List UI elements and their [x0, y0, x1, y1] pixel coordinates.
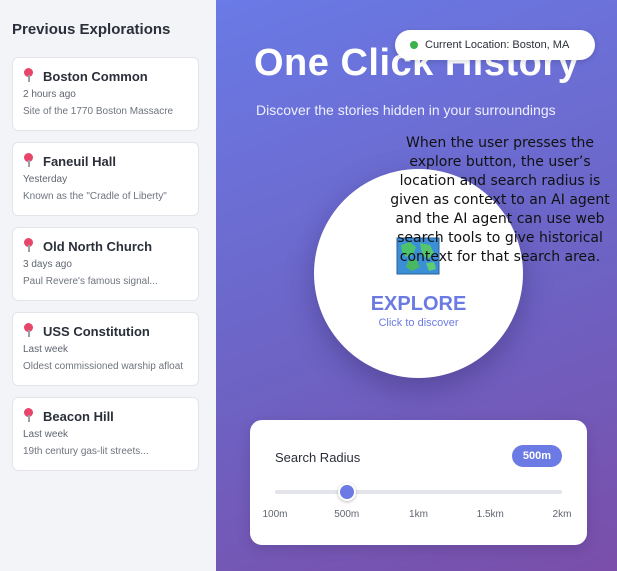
current-location-text: Current Location: Boston, MA [425, 39, 570, 51]
exploration-description: Site of the 1770 Boston Massacre [23, 106, 174, 117]
exploration-name: Faneuil Hall [43, 153, 116, 169]
search-radius-value-badge: 500m [512, 445, 562, 467]
exploration-card[interactable]: Beacon Hill Last week 19th century gas-l… [12, 397, 199, 471]
search-radius-card: Search Radius 500m 100m 500m 1km 1.5km 2km [250, 420, 587, 545]
search-radius-tick-label: 500m [334, 509, 360, 520]
exploration-name: USS Constitution [43, 323, 150, 339]
exploration-time: Yesterday [23, 174, 68, 185]
search-radius-tick-label: 100m [262, 509, 288, 520]
exploration-card[interactable]: USS Constitution Last week Oldest commis… [12, 312, 199, 386]
exploration-card[interactable]: Old North Church 3 days ago Paul Revere'… [12, 227, 199, 301]
exploration-name: Old North Church [43, 238, 153, 254]
current-location-badge: Current Location: Boston, MA [395, 30, 595, 60]
pin-icon [23, 408, 35, 422]
exploration-time: Last week [23, 429, 69, 440]
annotation-text: When the user presses the explore button… [390, 135, 610, 265]
pin-icon [23, 68, 35, 82]
sidebar: Previous Explorations Boston Common 2 ho… [0, 0, 216, 571]
pin-icon [23, 323, 35, 337]
search-radius-tick-label: 2km [552, 509, 572, 520]
exploration-description: 19th century gas-lit streets... [23, 446, 149, 457]
sidebar-title: Previous Explorations [12, 21, 171, 38]
exploration-name: Beacon Hill [43, 408, 114, 424]
exploration-time: 3 days ago [23, 259, 72, 270]
pin-icon [23, 153, 35, 167]
status-dot-icon [410, 41, 418, 49]
main-panel: One Click History Current Location: Bost… [216, 0, 617, 571]
search-radius-label: Search Radius [275, 450, 361, 465]
exploration-card[interactable]: Faneuil Hall Yesterday Known as the "Cra… [12, 142, 199, 216]
search-radius-tick-label: 1.5km [476, 509, 504, 520]
exploration-name: Boston Common [43, 68, 148, 84]
app-subtitle: Discover the stories hidden in your surr… [256, 102, 556, 118]
explore-sublabel: Click to discover [378, 317, 459, 329]
search-radius-tick-label: 1km [409, 509, 428, 520]
exploration-description: Paul Revere's famous signal... [23, 276, 158, 287]
exploration-description: Oldest commissioned warship afloat [23, 361, 184, 372]
explore-label: EXPLORE [370, 293, 467, 315]
search-radius-slider-thumb[interactable] [337, 483, 356, 501]
exploration-time: 2 hours ago [23, 89, 76, 100]
exploration-time: Last week [23, 344, 69, 355]
exploration-card[interactable]: Boston Common 2 hours ago Site of the 17… [12, 57, 199, 131]
search-radius-track[interactable] [275, 490, 562, 494]
pin-icon [23, 238, 35, 252]
exploration-description: Known as the "Cradle of Liberty" [23, 191, 167, 202]
